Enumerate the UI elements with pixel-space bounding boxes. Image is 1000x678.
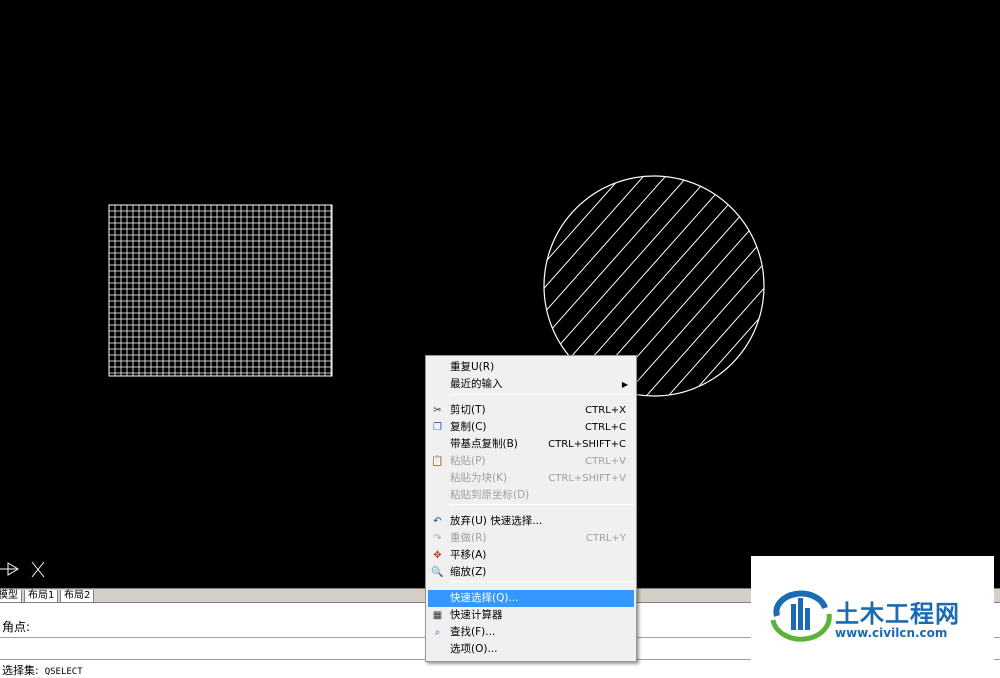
- menu-item-shortcut: CTRL+Y: [585, 533, 626, 544]
- menu-item-label: 快速计算器: [450, 609, 503, 621]
- menu-item[interactable]: ❐ 复制(C) CTRL+C: [428, 419, 634, 436]
- undo-icon: ↶: [433, 516, 442, 527]
- command-history: 角点:: [2, 620, 31, 634]
- civilcn-logo-icon: [767, 586, 835, 649]
- menu-item-label: 复制(C): [450, 421, 487, 433]
- menu-item[interactable]: ▦ 快速计算器: [428, 607, 634, 624]
- scissors-icon: ✂: [433, 405, 442, 416]
- menu-item-label: 最近的输入: [450, 378, 503, 390]
- menu-item-label: 粘贴到原坐标(D): [450, 489, 530, 501]
- menu-item-label: 带基点复制(B): [450, 438, 518, 450]
- menu-item-label: 快速选择(Q)...: [450, 592, 519, 604]
- menu-item[interactable]: 快速选择(Q)...: [428, 590, 634, 607]
- menu-item-label: 剪切(T): [450, 404, 486, 416]
- menu-item[interactable]: 重复U(R): [428, 359, 634, 376]
- menu-item-label: 重做(R): [450, 532, 487, 544]
- menu-item[interactable]: 粘贴为块(K) CTRL+SHIFT+V: [428, 470, 634, 487]
- menu-separator: [450, 394, 634, 395]
- menu-item[interactable]: 粘贴到原坐标(D): [428, 487, 634, 504]
- menu-item[interactable]: ↷ 重做(R) CTRL+Y: [428, 530, 634, 547]
- watermark-title: 土木工程网: [835, 600, 960, 628]
- pan-icon: ✥: [433, 550, 442, 561]
- zoom-icon: 🔍: [431, 567, 444, 578]
- watermark: 土木工程网 www.civilcn.com: [751, 556, 994, 678]
- menu-separator: [450, 581, 634, 582]
- paste-icon: 📋: [431, 456, 444, 467]
- command-prompt-label: 选择集:: [2, 664, 39, 677]
- menu-item[interactable]: 📋 粘贴(P) CTRL+V: [428, 453, 634, 470]
- menu-separator: [450, 504, 634, 505]
- menu-item-label: 粘贴为块(K): [450, 472, 508, 484]
- submenu-arrow-icon: ▶: [621, 380, 628, 389]
- menu-item[interactable]: ↶ 放弃(U) 快速选择...: [428, 513, 634, 530]
- redo-icon: ↷: [433, 533, 442, 544]
- menu-item-shortcut: CTRL+X: [585, 405, 626, 416]
- menu-item-label: 粘贴(P): [450, 455, 486, 467]
- menu-item-label: 缩放(Z): [450, 566, 487, 578]
- menu-item[interactable]: ✂ 剪切(T) CTRL+X: [428, 402, 634, 419]
- copy-icon: ❐: [433, 422, 442, 433]
- command-prompt[interactable]: 选择集: QSELECT: [2, 662, 83, 678]
- menu-item[interactable]: 带基点复制(B) CTRL+SHIFT+C: [428, 436, 634, 453]
- menu-item[interactable]: 🔍 缩放(Z): [428, 564, 634, 581]
- rectangle-grid-hatch[interactable]: [108, 204, 333, 377]
- menu-item-shortcut: CTRL+SHIFT+C: [548, 439, 626, 450]
- menu-item-shortcut: CTRL+V: [585, 456, 626, 467]
- menu-item-shortcut: CTRL+C: [585, 422, 626, 433]
- menu-item-label: 重复U(R): [450, 361, 495, 373]
- watermark-url: www.civilcn.com: [835, 626, 948, 640]
- menu-item[interactable]: ✥ 平移(A): [428, 547, 634, 564]
- context-menu: 重复U(R) 最近的输入 ▶ ✂ 剪切(T) CTRL+X ❐ 复制(C) CTRL+C 带基点复…: [425, 355, 637, 662]
- menu-item-label: 查找(F)...: [450, 626, 496, 638]
- menu-item[interactable]: ⌕ 查找(F)...: [428, 624, 634, 641]
- find-icon: ⌕: [434, 627, 441, 638]
- menu-item-label: 平移(A): [450, 549, 487, 561]
- menu-item[interactable]: 选项(O)...: [428, 641, 634, 658]
- menu-item-label: 选项(O)...: [450, 643, 498, 655]
- calculator-icon: ▦: [432, 610, 443, 621]
- command-input-text[interactable]: QSELECT: [45, 667, 83, 677]
- menu-item[interactable]: 最近的输入 ▶: [428, 376, 634, 393]
- menu-item-label: 放弃(U) 快速选择...: [450, 515, 543, 527]
- menu-item-shortcut: CTRL+SHIFT+V: [548, 473, 626, 484]
